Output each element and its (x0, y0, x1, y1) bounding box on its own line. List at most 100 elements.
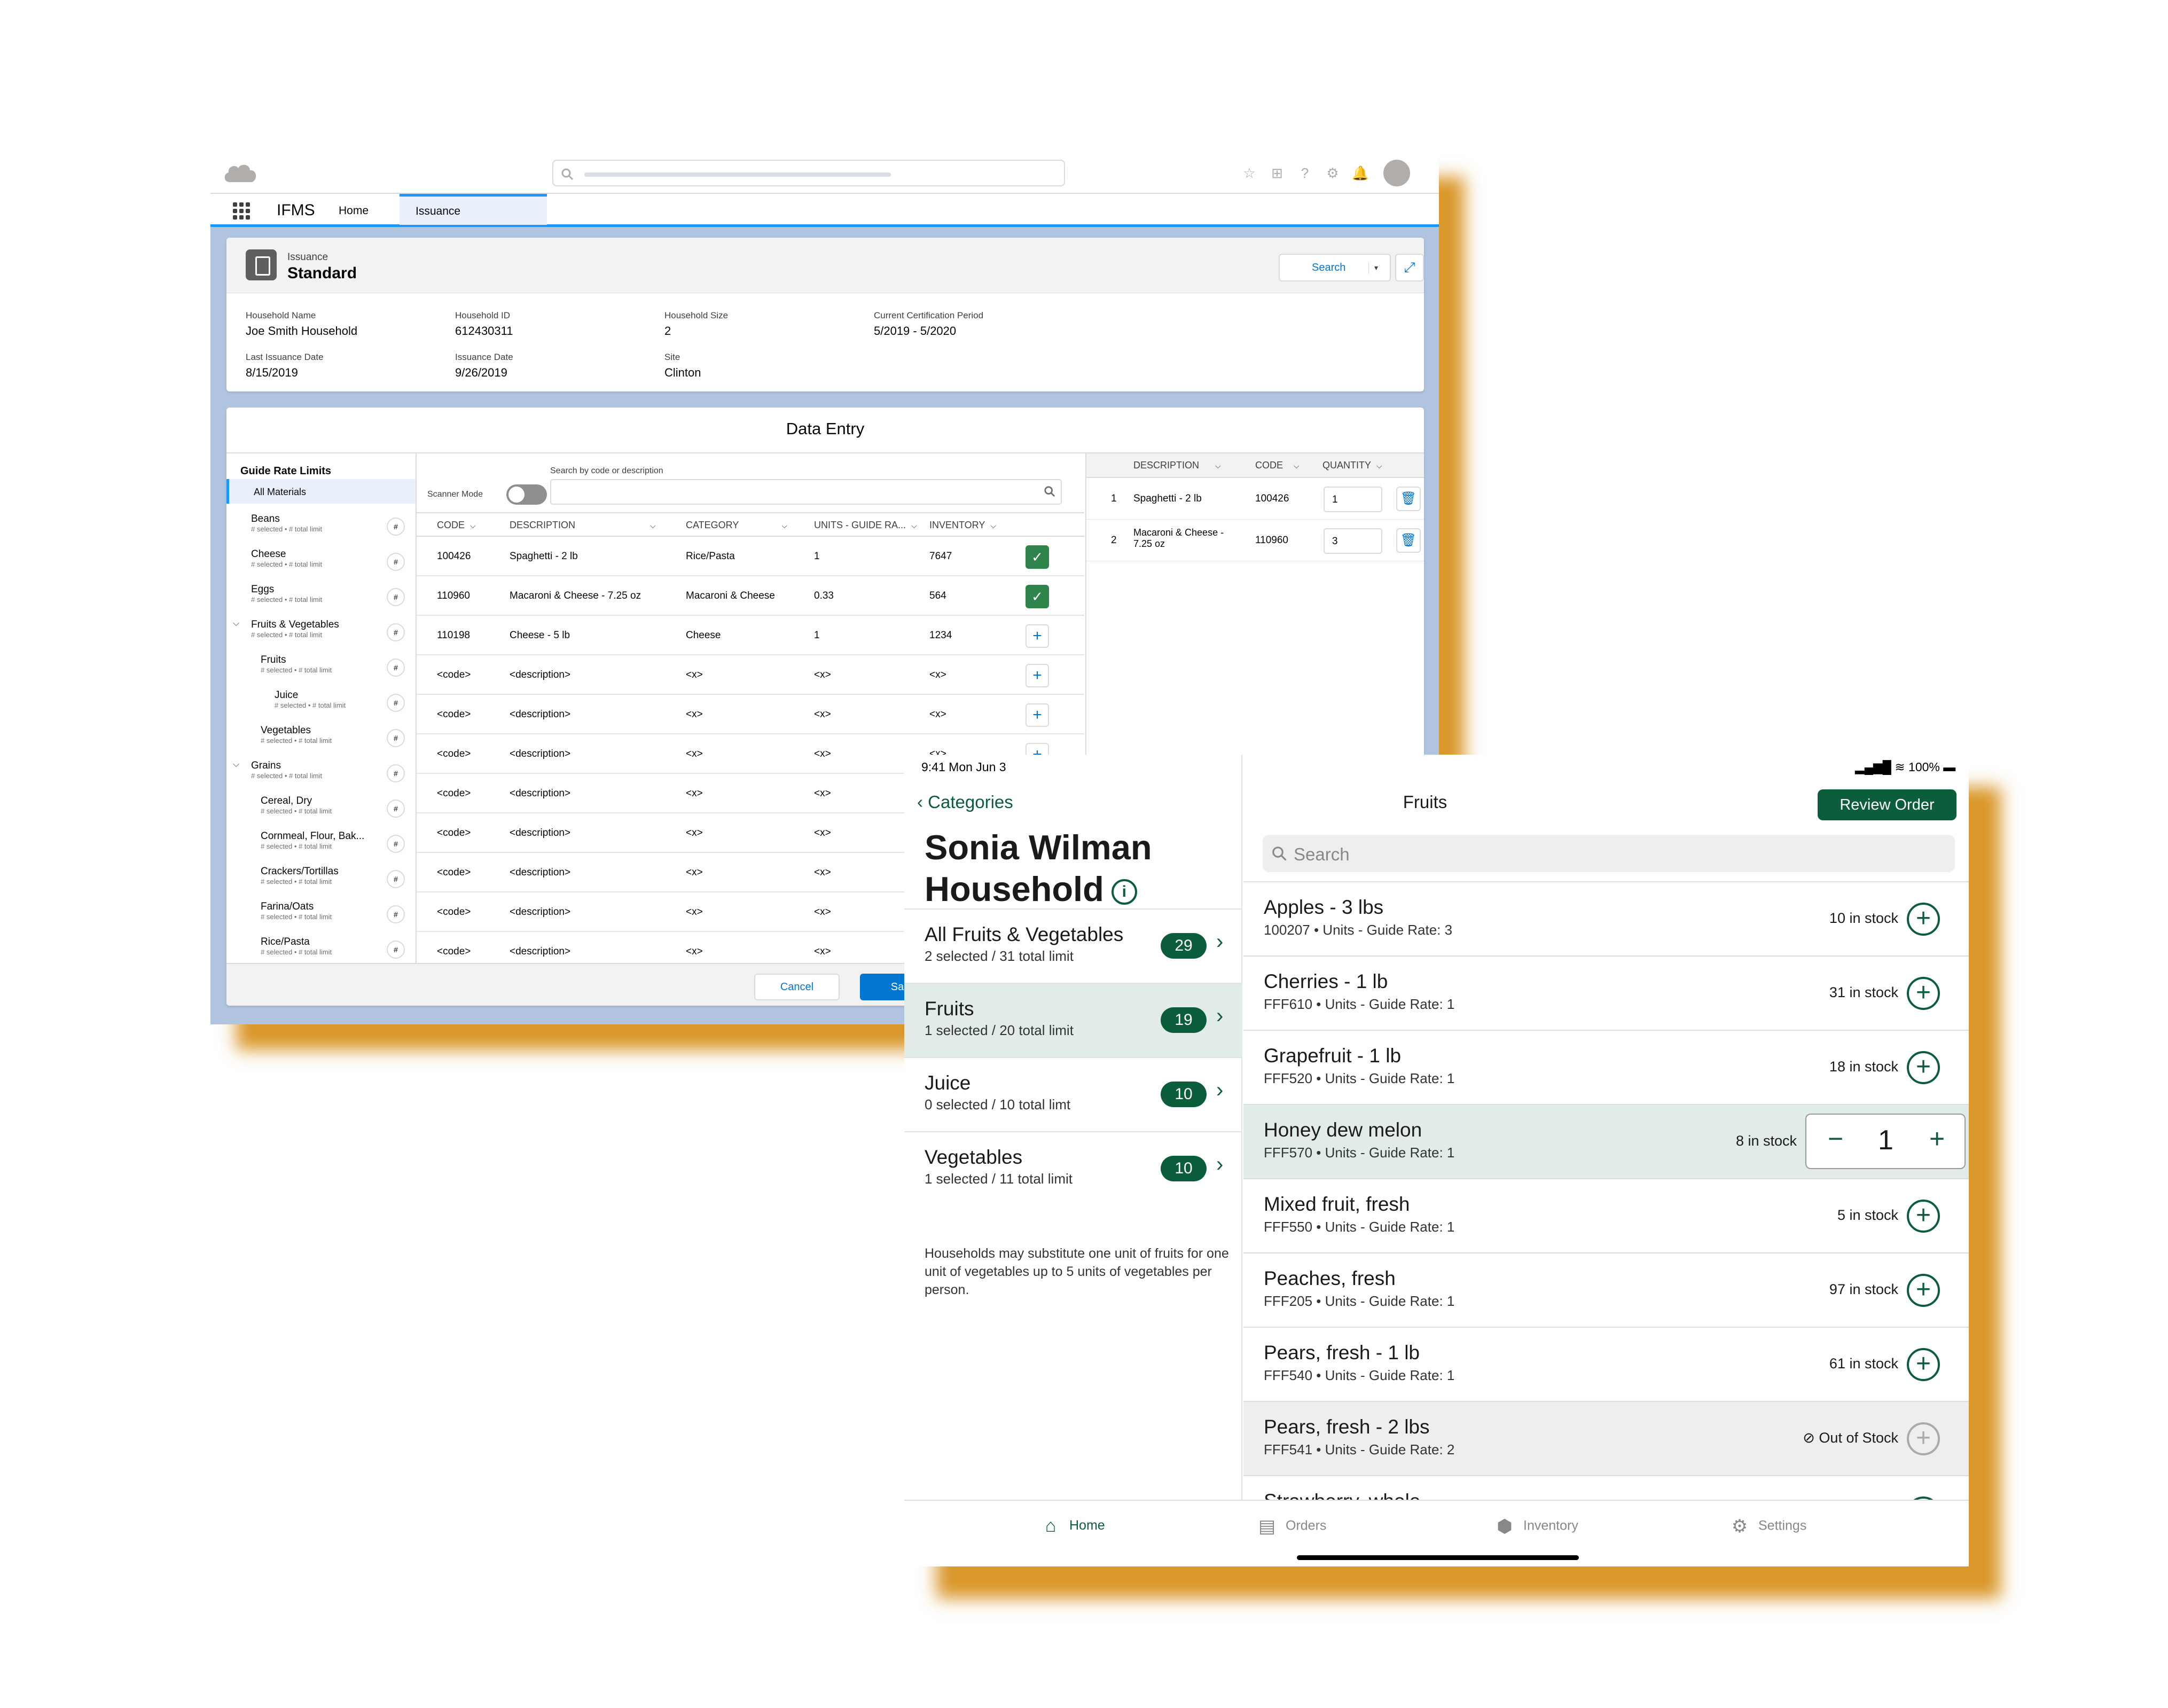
chevron-down-icon[interactable]: ▾ (1368, 262, 1383, 274)
category-sub: 0 selected / 10 total limt (925, 1096, 1071, 1112)
quantity-stepper[interactable]: − 1 + (1805, 1114, 1966, 1169)
tab-issuance[interactable]: Issuance (400, 194, 547, 225)
tab-home[interactable]: Home (339, 205, 369, 217)
cell-units: 1 (814, 630, 820, 641)
check-icon[interactable]: ✓ (1026, 585, 1049, 608)
trash-icon[interactable]: 🗑 (1396, 528, 1421, 553)
column-header-units[interactable]: UNITS - GUIDE RA... ⌵ (814, 520, 917, 531)
tab-home[interactable]: ⌂ Home (1040, 1516, 1105, 1537)
product-row[interactable]: Pears, fresh - 1 lb FFF540 • Units - Guid… (1243, 1327, 1969, 1401)
guide-item-badge: # (387, 800, 405, 818)
blocked-icon: ⊘ (1803, 1430, 1819, 1446)
product-row[interactable]: Apples - 3 lbs 100207 • Units - Guide Rat… (1243, 881, 1969, 955)
guide-item-fruits-vegetables[interactable]: ⌵ Fruits & Vegetables # selected • # total… (226, 619, 416, 654)
plus-icon[interactable]: + (1929, 1123, 1945, 1154)
chevron-down-icon[interactable]: ⌵ (233, 619, 239, 629)
category-item[interactable]: Fruits 1 selected / 20 total limit 19 › (904, 983, 1242, 1057)
add-circle-icon[interactable]: + (1907, 1274, 1940, 1307)
guide-item-all-materials[interactable]: All Materials (226, 479, 416, 504)
guide-item-name: Fruits (261, 654, 286, 665)
add-icon[interactable]: ⊞ (1268, 164, 1286, 182)
column-header-code[interactable]: CODE ⌵ (437, 520, 476, 531)
category-item[interactable]: All Fruits & Vegetables 2 selected / 31 t… (904, 908, 1242, 983)
guide-item-eggs[interactable]: Eggs # selected • # total limit # (226, 584, 416, 619)
cell-inventory: 564 (929, 590, 946, 601)
cell-code: 110960 (1255, 535, 1288, 546)
search-input[interactable] (550, 479, 1062, 505)
favorites-star-icon[interactable]: ☆ (1240, 164, 1258, 182)
column-header-code[interactable]: CODE ⌵ (1255, 460, 1300, 471)
app-launcher-icon[interactable] (233, 202, 250, 220)
product-row[interactable]: Honey dew melon FFF570 • Units - Guide Ra… (1243, 1104, 1969, 1178)
guide-item-grains[interactable]: ⌵ Grains # selected • # total limit # (226, 760, 416, 795)
global-search[interactable] (552, 160, 1065, 186)
add-circle-icon[interactable]: + (1907, 977, 1940, 1010)
category-item[interactable]: Vegetables 1 selected / 11 total limit 10 › (904, 1131, 1242, 1205)
category-name: Vegetables (925, 1146, 1023, 1168)
category-item[interactable]: Juice 0 selected / 10 total limt 10 › (904, 1057, 1242, 1131)
column-label: CODE (437, 520, 465, 530)
guide-item-farina[interactable]: Farina/Oats # selected • # total limit # (226, 901, 416, 936)
product-row[interactable]: Grapefruit - 1 lb FFF520 • Units - Guide … (1243, 1030, 1969, 1104)
add-icon[interactable]: + (1026, 624, 1049, 648)
count-badge: 29 (1161, 933, 1207, 959)
tab-settings[interactable]: ⚙ Settings (1729, 1516, 1807, 1537)
tab-label: Inventory (1523, 1518, 1578, 1533)
clipboard-icon (246, 249, 277, 280)
cell-description: <description> (510, 669, 571, 680)
guide-item-juice[interactable]: Juice # selected • # total limit # (226, 690, 416, 725)
guide-item-cheese[interactable]: Cheese # selected • # total limit # (226, 549, 416, 584)
add-circle-icon[interactable]: + (1907, 1200, 1940, 1233)
gear-icon[interactable]: ⚙ (1324, 164, 1342, 182)
column-header-category[interactable]: CATEGORY ⌵ (686, 520, 787, 531)
guide-item-cornmeal[interactable]: Cornmeal, Flour, Bak... # selected • # to… (226, 831, 416, 866)
chevron-down-icon: ⌵ (1376, 461, 1382, 470)
quantity-input[interactable]: 1 (1324, 487, 1382, 512)
column-header-inventory[interactable]: INVENTORY ⌵ (929, 520, 996, 531)
guide-item-vegetables[interactable]: Vegetables # selected • # total limit # (226, 725, 416, 760)
expand-icon[interactable]: ⤢ (1395, 254, 1424, 281)
search-input[interactable]: Search (1263, 835, 1955, 872)
cell-category: <x> (686, 946, 703, 957)
stock-label: 5 in stock (1837, 1207, 1898, 1223)
cancel-button[interactable]: Cancel (754, 974, 840, 1000)
product-row[interactable]: Mixed fruit, fresh FFF550 • Units - Guide… (1243, 1178, 1969, 1252)
column-header-quantity[interactable]: QUANTITY ⌵ (1322, 460, 1382, 471)
stock-label: 61 in stock (1829, 1356, 1898, 1372)
back-button[interactable]: ‹ Categories (917, 792, 1013, 812)
add-circle-icon[interactable]: + (1907, 1051, 1940, 1084)
add-circle-icon[interactable]: + (1907, 903, 1940, 936)
guide-item-beans[interactable]: Beans # selected • # total limit # (226, 513, 416, 549)
column-header-description[interactable]: DESCRIPTION ⌵ (1133, 460, 1221, 471)
tab-inventory[interactable]: ⬢ Inventory (1494, 1516, 1578, 1537)
guide-rate-header: Guide Rate Limits (240, 465, 332, 477)
cell-category: <x> (686, 788, 703, 799)
review-order-button[interactable]: Review Order (1818, 789, 1956, 820)
chevron-down-icon[interactable]: ⌵ (233, 760, 239, 770)
scanner-mode-toggle[interactable] (506, 484, 547, 505)
field-label: Household ID (455, 310, 511, 320)
info-icon[interactable]: i (1111, 879, 1137, 905)
product-row[interactable]: Cherries - 1 lb FFF610 • Units - Guide Ra… (1243, 955, 1969, 1030)
column-header-description[interactable]: DESCRIPTION ⌵ (510, 520, 656, 531)
avatar[interactable] (1383, 160, 1410, 186)
field-household-name: Household Name Joe Smith Household (246, 310, 357, 338)
product-row[interactable]: Peaches, fresh FFF205 • Units - Guide Rat… (1243, 1252, 1969, 1327)
category-sub: 1 selected / 11 total limit (925, 1171, 1073, 1187)
guide-item-cereal[interactable]: Cereal, Dry # selected • # total limit # (226, 795, 416, 831)
search-button[interactable]: Search ▾ (1279, 254, 1391, 281)
bell-icon[interactable]: 🔔 (1351, 164, 1369, 182)
minus-icon[interactable]: − (1828, 1123, 1843, 1154)
quantity-input[interactable]: 3 (1324, 528, 1382, 554)
add-icon[interactable]: + (1026, 664, 1049, 687)
tab-orders[interactable]: ▤ Orders (1257, 1516, 1326, 1537)
guide-item-fruits[interactable]: Fruits # selected • # total limit # (226, 654, 416, 690)
trash-icon[interactable]: 🗑 (1396, 487, 1421, 511)
guide-item-crackers[interactable]: Crackers/Tortillas # selected • # total l… (226, 866, 416, 901)
help-icon[interactable]: ? (1296, 164, 1314, 182)
product-row[interactable]: Pears, fresh - 2 lbs FFF541 • Units - Gui… (1243, 1401, 1969, 1475)
add-circle-icon[interactable]: + (1907, 1348, 1940, 1381)
page-title: Sonia Wilman Household i (925, 827, 1234, 910)
add-icon[interactable]: + (1026, 703, 1049, 727)
check-icon[interactable]: ✓ (1026, 545, 1049, 569)
